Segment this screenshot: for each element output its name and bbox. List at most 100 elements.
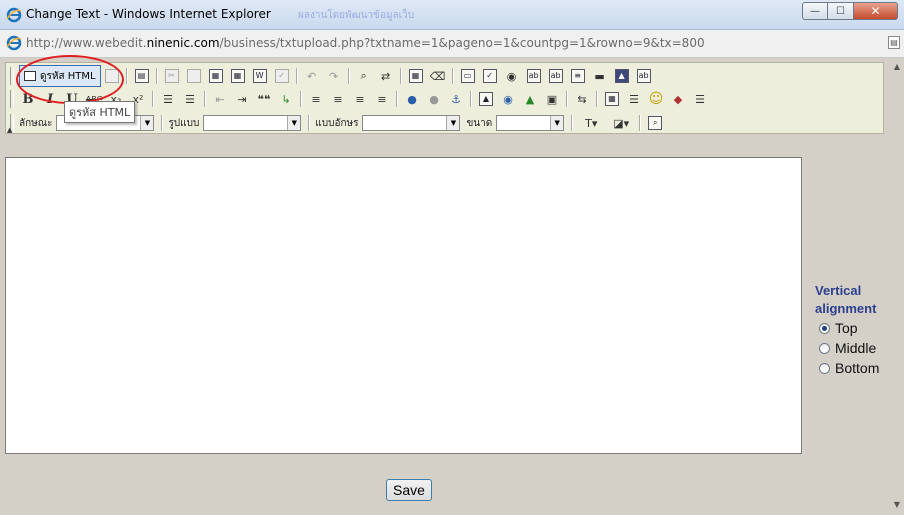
preview-icon: ▤ (134, 69, 149, 83)
textfield-button[interactable]: ab (523, 66, 545, 86)
outdent-icon: ⇤ (215, 92, 225, 106)
replace-button[interactable]: ⇄ (375, 66, 397, 86)
textarea-button[interactable]: ab (545, 66, 567, 86)
format-label: รูปแบบ (168, 117, 200, 129)
separator (161, 115, 164, 131)
radio-bottom[interactable] (819, 362, 830, 374)
font-combo[interactable]: ▼ (362, 115, 461, 131)
separator (639, 115, 642, 131)
redo-icon: ↷ (328, 69, 339, 83)
paste-button[interactable]: ▦ (205, 66, 227, 86)
source-icon (24, 71, 36, 81)
preview-button[interactable]: ▤ (131, 66, 153, 86)
size-combo[interactable]: ▼ (496, 115, 565, 131)
checkbox-button[interactable]: ✓ (479, 66, 501, 86)
blockquote-button[interactable]: ❝❝ (253, 89, 275, 109)
toolbar-grip[interactable] (10, 90, 14, 108)
valign-option-middle[interactable]: Middle (815, 338, 887, 358)
special-char-button[interactable]: ◆ (667, 89, 689, 109)
find-button[interactable]: ⌕ (353, 66, 375, 86)
media-button[interactable]: ▣ (541, 89, 563, 109)
form-icon: ▭ (460, 69, 475, 83)
outdent-button[interactable]: ⇤ (209, 89, 231, 109)
view-source-label: ดูรหัส HTML (40, 70, 96, 82)
bold-button[interactable]: B (17, 89, 39, 109)
url-prefix: http://www.webedit. (26, 36, 147, 50)
select-field-button[interactable]: ≡ (567, 66, 589, 86)
page-break-icon: ☰ (695, 92, 705, 106)
valign-option-top[interactable]: Top (815, 318, 887, 338)
radio-middle[interactable] (819, 342, 830, 354)
paste-text-button[interactable]: ▦ (227, 66, 249, 86)
maximize-editor-button[interactable]: ⌕ (644, 113, 666, 133)
editor-content-area[interactable] (5, 157, 802, 454)
remove-format-button[interactable]: ⌫ (427, 66, 449, 86)
maximize-button[interactable]: ☐ (828, 2, 854, 20)
indent-button[interactable]: ⇥ (231, 89, 253, 109)
page-report-icon[interactable]: ▤ (888, 36, 900, 49)
insert-table-button[interactable]: ▲ (519, 89, 541, 109)
spellcheck-icon: ✓ (274, 69, 289, 83)
title-bar: Change Text - Windows Internet Explorer … (0, 0, 904, 30)
minimize-button[interactable]: — (802, 2, 828, 20)
horizontal-rule-button[interactable]: ☰ (623, 89, 645, 109)
valign-option-bottom[interactable]: Bottom (815, 358, 887, 378)
radio-top[interactable] (819, 322, 830, 334)
bg-color-button[interactable]: ◪▾ (606, 113, 636, 133)
cut-button[interactable]: ✂ (161, 66, 183, 86)
separator (295, 68, 298, 84)
form-button[interactable]: ▭ (457, 66, 479, 86)
copy-button[interactable] (183, 66, 205, 86)
radio-button[interactable]: ◉ (501, 66, 523, 86)
undo-button[interactable]: ↶ (301, 66, 323, 86)
image-button-button[interactable]: ▲ (611, 66, 633, 86)
radio-icon: ◉ (506, 69, 517, 83)
separator (155, 68, 158, 84)
italic-button[interactable]: I (39, 89, 61, 109)
table-button[interactable]: ▦ (601, 89, 623, 109)
hidden-field-button[interactable]: ab (633, 66, 655, 86)
page-break-button[interactable]: ☰ (689, 89, 711, 109)
text-color-button[interactable]: T▾ (576, 113, 606, 133)
anchor-button[interactable]: ⚓ (445, 89, 467, 109)
special-char-icon: ◆ (673, 92, 683, 106)
align-left-button[interactable]: ≡ (305, 89, 327, 109)
view-source-button[interactable]: ดูรหัส HTML (19, 65, 101, 87)
textfield-icon: ab (526, 69, 541, 83)
ghost-text: ผลงานโดยพัฒนาข้อมูลเว็บ (298, 10, 415, 21)
redo-button[interactable]: ↷ (323, 66, 345, 86)
collapse-toolbar-icon[interactable]: ▲ (7, 126, 12, 134)
vertical-scrollbar[interactable]: ▲ ▼ (887, 58, 904, 515)
checkbox-icon: ✓ (482, 69, 497, 83)
close-button[interactable]: ✕ (854, 2, 898, 20)
format-combo[interactable]: ▼ (203, 115, 302, 131)
save-doc-button[interactable] (101, 66, 123, 86)
save-button[interactable]: Save (386, 479, 432, 501)
text-direction-button[interactable]: ⇆ (571, 89, 593, 109)
numbered-list-button[interactable]: ☰ (157, 89, 179, 109)
scroll-up-icon[interactable]: ▲ (894, 62, 900, 71)
select-all-button[interactable]: ▦ (405, 66, 427, 86)
link-button[interactable]: ● (401, 89, 423, 109)
justify-button[interactable]: ≡ (371, 89, 393, 109)
align-right-button[interactable]: ≡ (349, 89, 371, 109)
separator (470, 91, 472, 107)
copy-icon (186, 69, 201, 83)
paste-word-button[interactable]: W (249, 66, 271, 86)
toolbar-grip[interactable] (10, 67, 14, 85)
image-button[interactable]: ▲ (475, 89, 497, 109)
align-center-button[interactable]: ≡ (327, 89, 349, 109)
spellcheck-button[interactable]: ✓ (271, 66, 293, 86)
scroll-down-icon[interactable]: ▼ (894, 500, 900, 509)
smiley-button[interactable]: ☺ (645, 89, 667, 109)
media-icon: ▣ (546, 92, 558, 106)
unlink-button[interactable]: ● (423, 89, 445, 109)
bullet-list-button[interactable]: ☰ (179, 89, 201, 109)
flash-button[interactable]: ◉ (497, 89, 519, 109)
binoculars-icon: ⌕ (360, 69, 367, 82)
div-button[interactable]: ↳ (275, 89, 297, 109)
radio-middle-label: Middle (835, 340, 877, 356)
zoom-icon: ⌕ (648, 116, 663, 130)
button-field-button[interactable]: ▬ (589, 66, 611, 86)
address-url[interactable]: http://www.webedit.ninenic.com/business/… (26, 36, 705, 50)
